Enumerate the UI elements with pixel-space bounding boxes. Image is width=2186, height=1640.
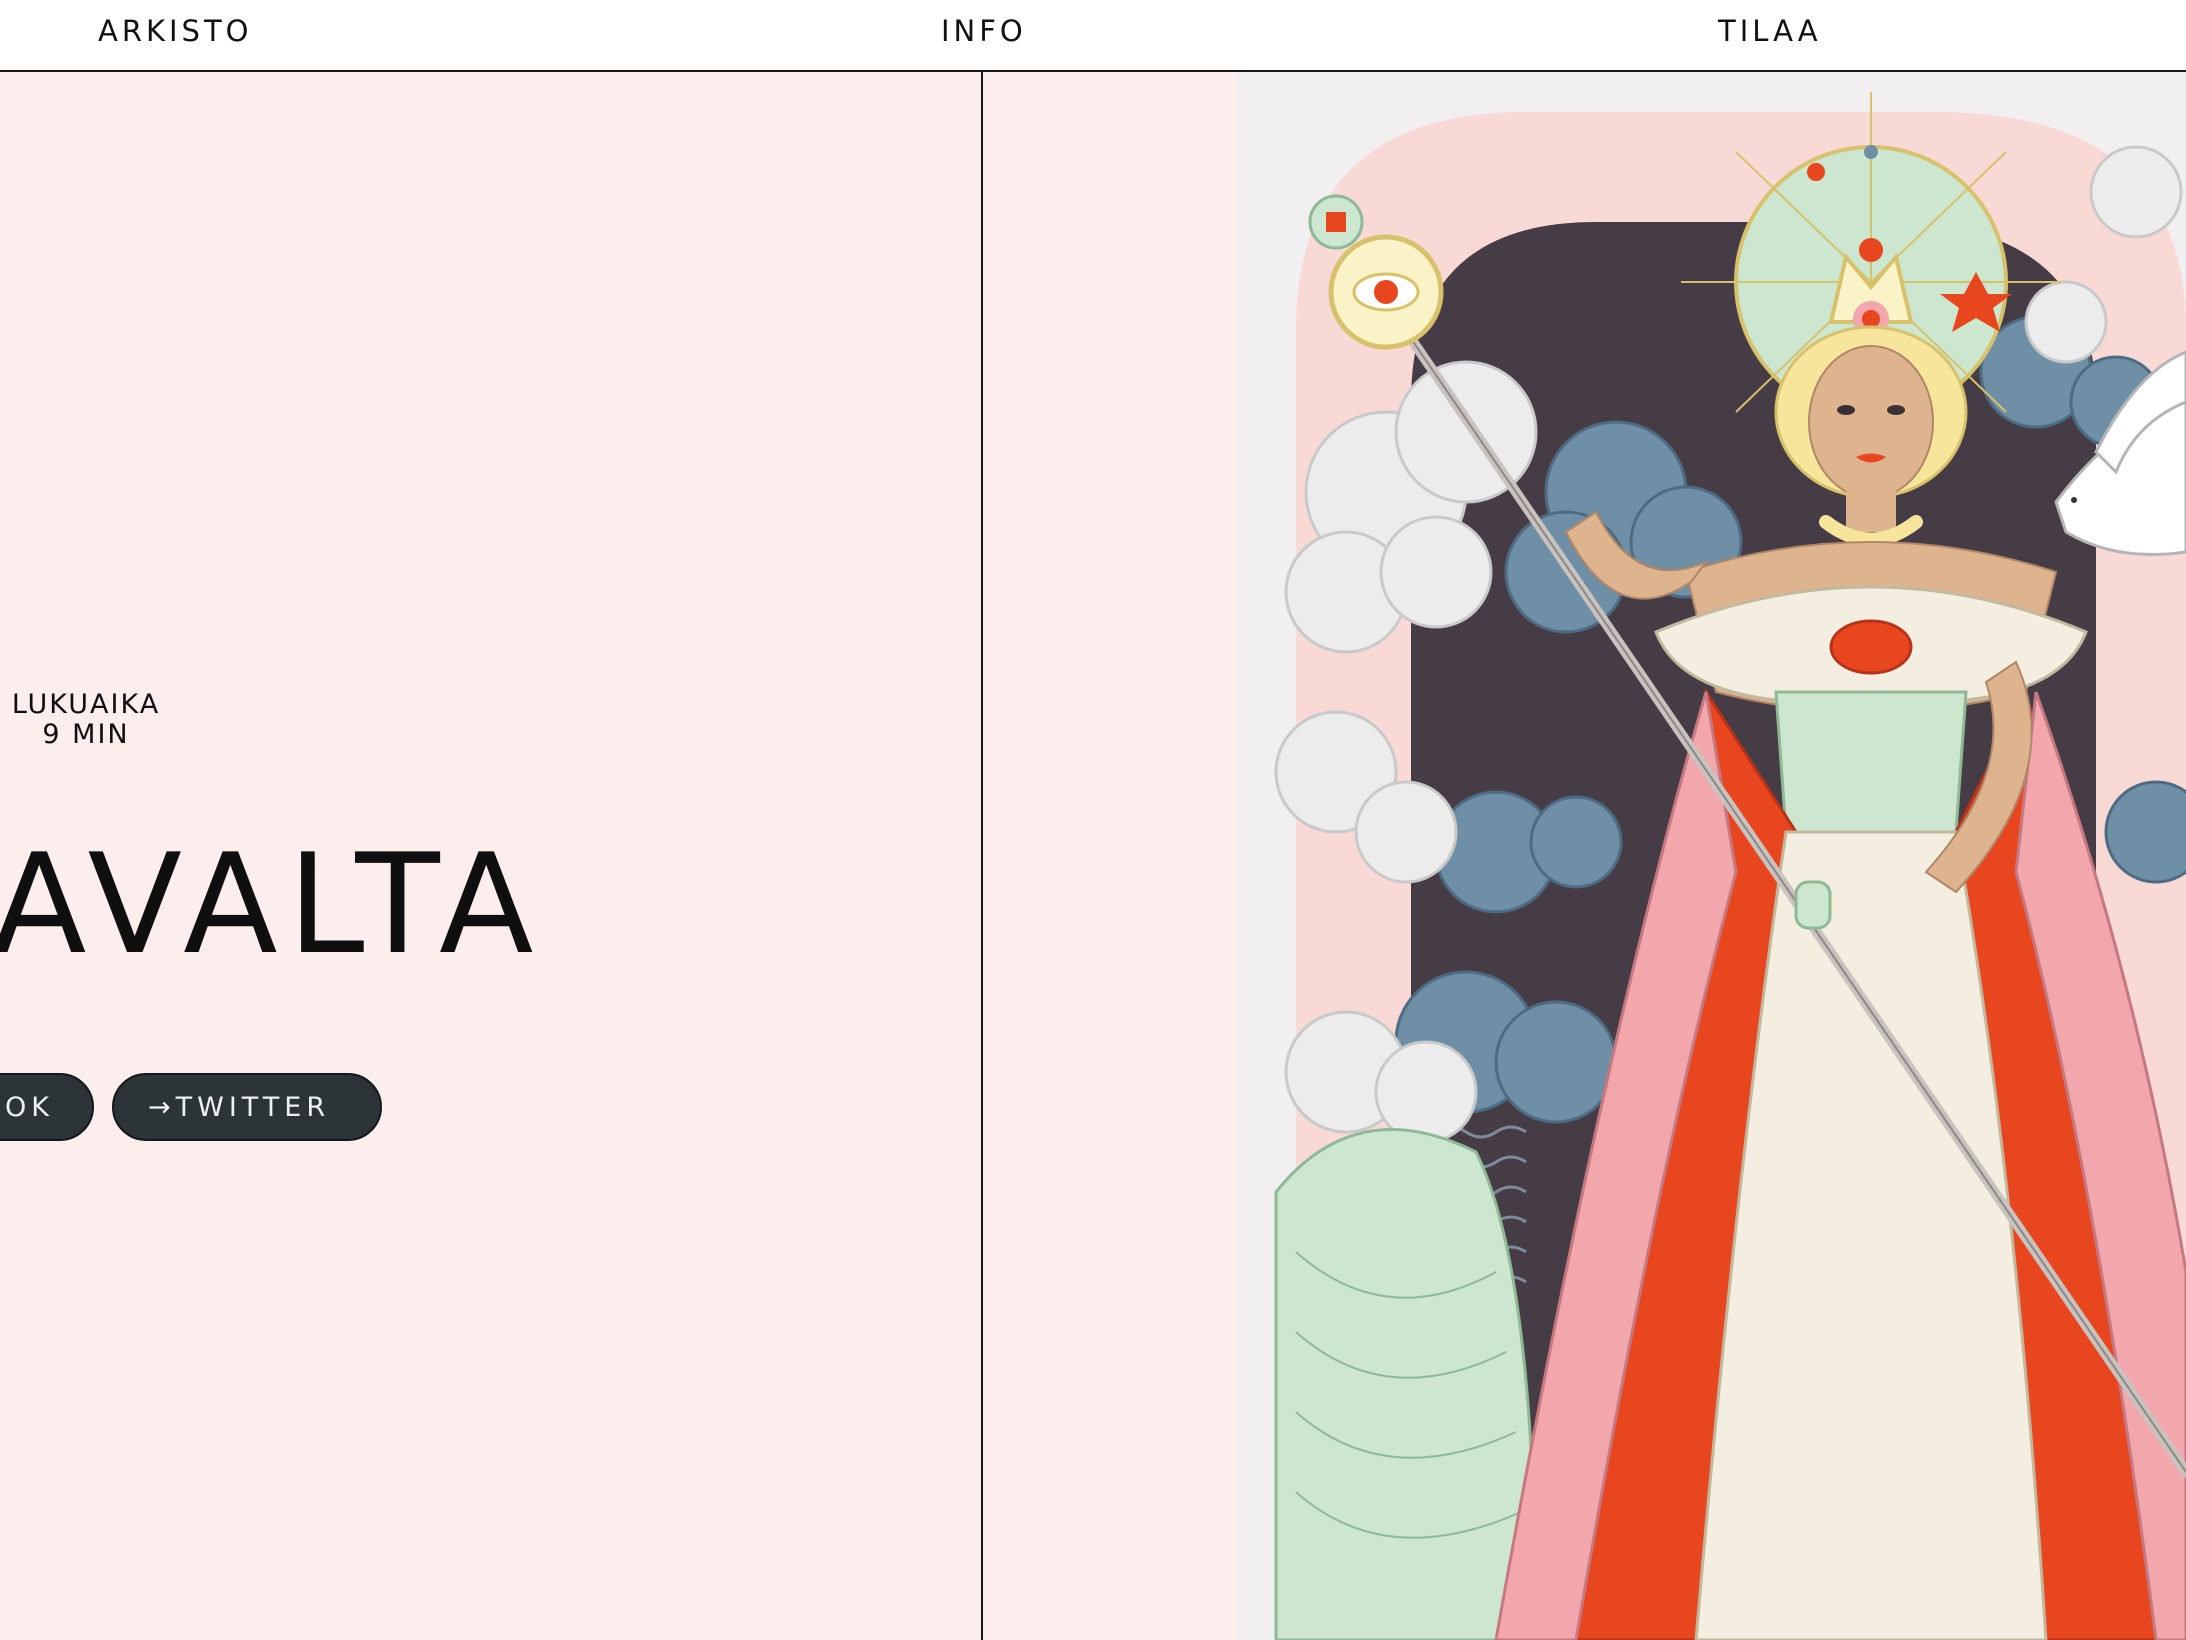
top-navigation: ARKISTO INFO TILAA [0, 0, 2186, 72]
share-twitter-button[interactable]: →TWITTER [112, 1073, 382, 1141]
article-title: AVALTA [0, 824, 544, 985]
nav-info-link[interactable]: INFO [941, 14, 1027, 48]
nav-arkisto-link[interactable]: ARKISTO [98, 14, 253, 48]
hero-image-pane [983, 72, 2186, 1640]
share-twitter-label: →TWITTER [148, 1091, 331, 1123]
reading-time-value: 9 MIN [42, 719, 130, 750]
reading-time: LUKUAIKA 9 MIN [0, 690, 172, 750]
reading-time-label: LUKUAIKA [11, 689, 161, 720]
share-facebook-button[interactable]: OK [0, 1073, 94, 1141]
share-facebook-label: OK [5, 1091, 54, 1123]
nav-tilaa-link[interactable]: TILAA [1718, 14, 1822, 48]
queen-illustration-icon [1236, 72, 2186, 1640]
